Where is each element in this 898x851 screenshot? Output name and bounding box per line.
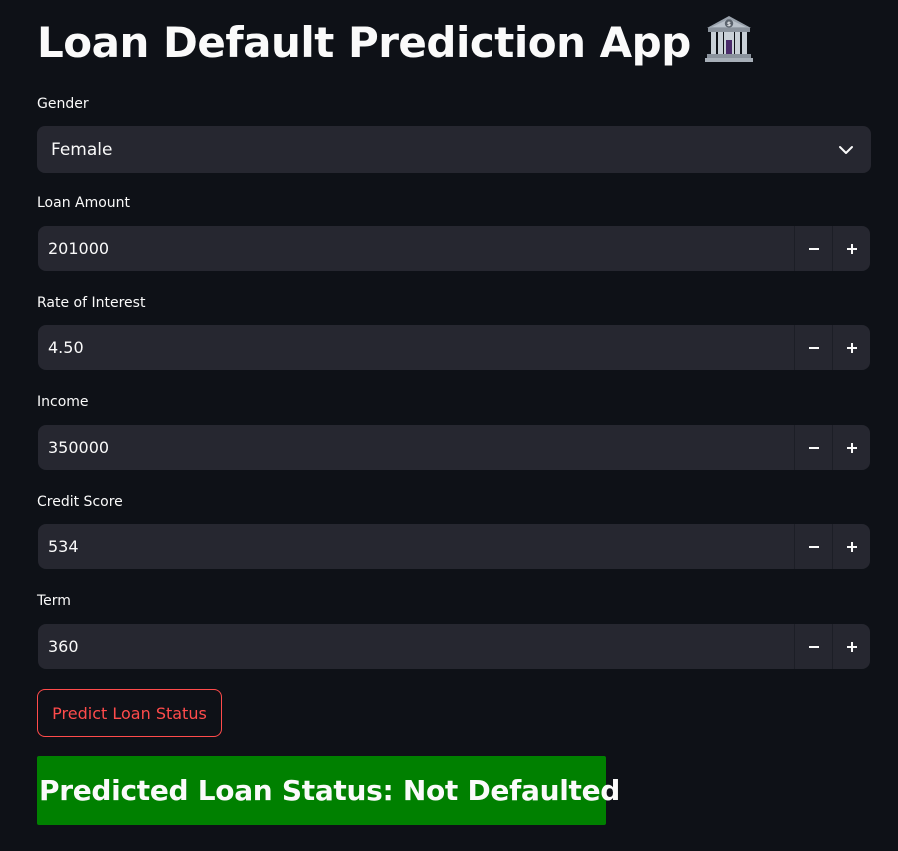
term-decrement-button[interactable] <box>794 624 832 669</box>
header: Loan Default Prediction App $ <box>37 10 755 76</box>
loan-amount-field <box>38 226 870 271</box>
chevron-down-icon <box>839 146 853 154</box>
bank-icon: $ <box>704 16 753 62</box>
rate-of-interest-field <box>38 325 870 370</box>
income-field <box>38 425 870 470</box>
loan-amount-label: Loan Amount <box>37 195 131 211</box>
term-label: Term <box>37 593 71 609</box>
income-input[interactable] <box>38 425 794 470</box>
credit-score-label: Credit Score <box>37 494 123 510</box>
gender-label: Gender <box>37 96 89 112</box>
loan-amount-input[interactable] <box>38 226 794 271</box>
term-input[interactable] <box>38 624 794 669</box>
rate-of-interest-increment-button[interactable] <box>832 325 870 370</box>
minus-icon <box>808 645 819 648</box>
minus-icon <box>808 346 819 349</box>
plus-icon <box>846 442 857 453</box>
minus-icon <box>808 446 819 449</box>
plus-icon <box>846 541 857 552</box>
term-field <box>38 624 870 669</box>
svg-text:$: $ <box>727 21 731 28</box>
rate-of-interest-label: Rate of Interest <box>37 295 146 311</box>
credit-score-field <box>38 524 870 569</box>
credit-score-decrement-button[interactable] <box>794 524 832 569</box>
page-title: Loan Default Prediction App <box>37 18 691 67</box>
credit-score-increment-button[interactable] <box>832 524 870 569</box>
plus-icon <box>846 641 857 652</box>
predict-loan-status-button[interactable]: Predict Loan Status <box>37 689 222 737</box>
plus-icon <box>846 243 857 254</box>
gender-select[interactable]: Female <box>37 126 871 173</box>
credit-score-input[interactable] <box>38 524 794 569</box>
loan-amount-increment-button[interactable] <box>832 226 870 271</box>
income-label: Income <box>37 394 89 410</box>
minus-icon <box>808 545 819 548</box>
app-page: Loan Default Prediction App $ Gender Fem… <box>0 0 898 851</box>
income-decrement-button[interactable] <box>794 425 832 470</box>
income-increment-button[interactable] <box>832 425 870 470</box>
rate-of-interest-input[interactable] <box>38 325 794 370</box>
prediction-result-text: Predicted Loan Status: Not Defaulted <box>39 774 621 807</box>
plus-icon <box>846 342 857 353</box>
gender-selected-value: Female <box>51 139 113 160</box>
loan-amount-decrement-button[interactable] <box>794 226 832 271</box>
prediction-result-banner: Predicted Loan Status: Not Defaulted <box>37 756 620 825</box>
minus-icon <box>808 247 819 250</box>
rate-of-interest-decrement-button[interactable] <box>794 325 832 370</box>
term-increment-button[interactable] <box>832 624 870 669</box>
